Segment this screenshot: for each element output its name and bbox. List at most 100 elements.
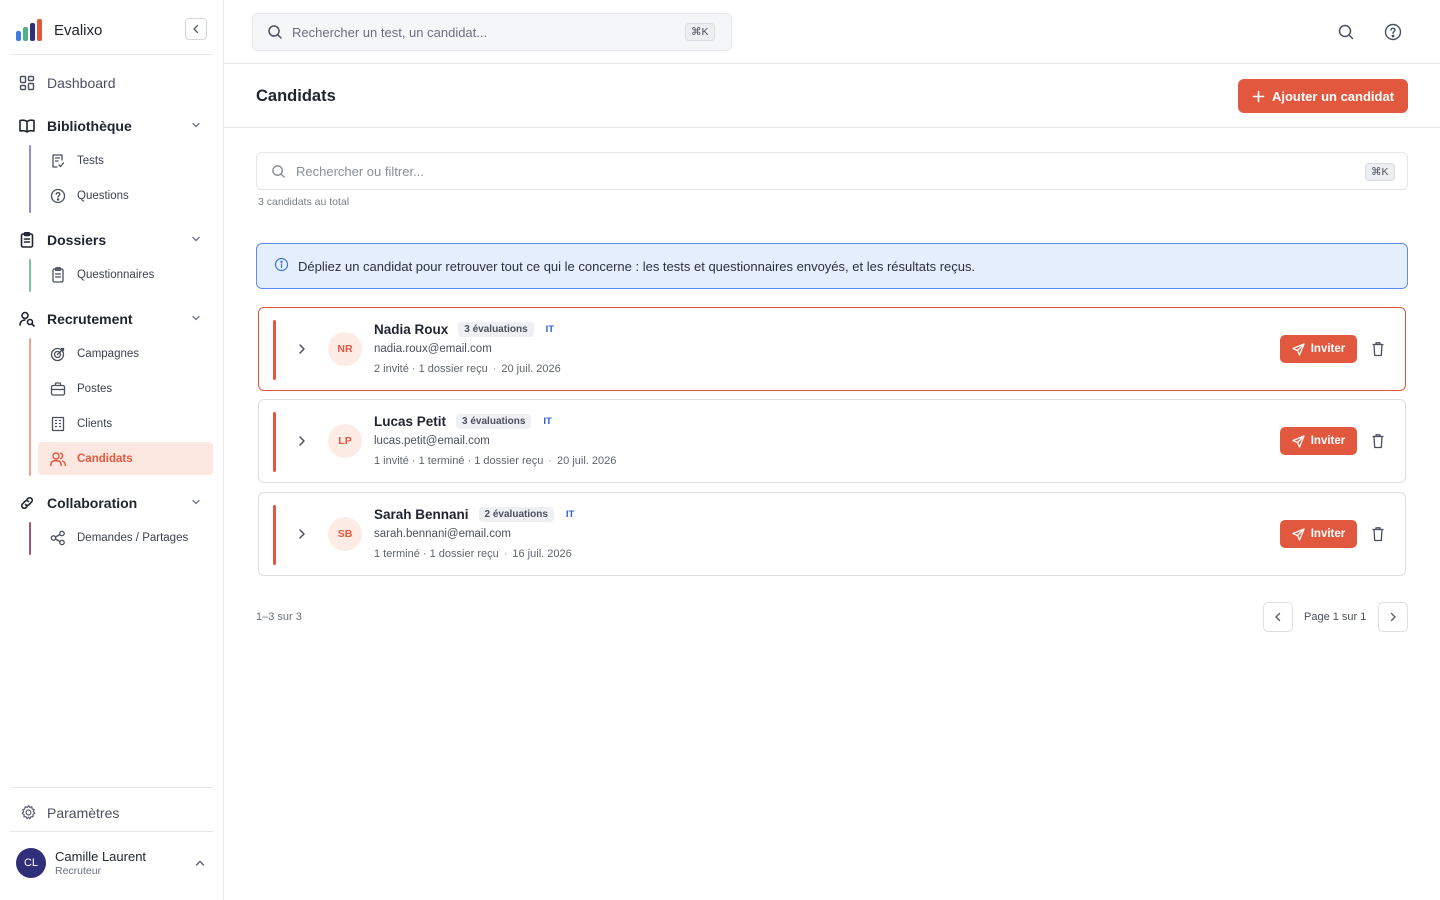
nav-settings-label: Paramètres	[47, 804, 120, 821]
candidate-row[interactable]: LP Lucas Petit 3 évaluations IT lucas.pe…	[258, 399, 1406, 483]
building-icon	[51, 416, 65, 431]
sidebar-item-positions[interactable]: Postes	[38, 372, 213, 405]
sidebar-item-requests-shares[interactable]: Demandes / Partages	[38, 521, 213, 554]
book-icon	[19, 119, 35, 133]
invite-button[interactable]: Inviter	[1280, 335, 1357, 363]
sidebar-item-label: Demandes / Partages	[77, 531, 189, 544]
sidebar-item-campaigns[interactable]: Campagnes	[38, 337, 213, 370]
info-banner: Dépliez un candidat pour retrouver tout …	[256, 243, 1408, 289]
status-accent-bar	[273, 412, 276, 472]
sidebar-item-candidates[interactable]: Candidats	[38, 442, 213, 475]
invite-label: Inviter	[1310, 343, 1346, 355]
candidate-meta: 1 invité · 1 terminé · 1 dossier reçu · 20…	[374, 455, 616, 467]
chevron-left-icon	[193, 24, 199, 34]
group-line-folders	[29, 259, 31, 292]
nav-settings[interactable]: Paramètres	[20, 804, 119, 821]
filter-search-input[interactable]: Rechercher ou filtrer... ⌘K	[256, 152, 1408, 190]
search-icon[interactable]	[1337, 23, 1355, 41]
chevron-down-icon[interactable]	[190, 496, 202, 508]
invite-label: Inviter	[1310, 528, 1346, 540]
status-accent-bar	[273, 320, 276, 380]
candidate-status: 1 terminé · 1 dossier reçu	[374, 548, 499, 560]
page-header: Candidats Ajouter un candidat	[224, 64, 1440, 128]
nav-folders[interactable]: Dossiers	[18, 229, 106, 251]
invite-button[interactable]: Inviter	[1280, 520, 1357, 548]
candidate-meta: 2 invité · 1 dossier reçu · 20 juil. 2026	[374, 363, 561, 375]
sidebar: Evalixo Dashboard Bibliothèque Tests Que…	[0, 0, 224, 900]
candidate-status: 2 invité · 1 dossier reçu	[374, 363, 488, 375]
chevron-right-icon[interactable]	[296, 342, 308, 356]
add-candidate-button[interactable]: Ajouter un candidat	[1238, 79, 1408, 113]
next-page-button[interactable]	[1378, 602, 1408, 632]
chevron-down-icon[interactable]	[190, 119, 202, 131]
client-tag: IT	[545, 324, 555, 335]
sidebar-item-tests[interactable]: Tests	[38, 144, 213, 177]
nav-library[interactable]: Bibliothèque	[18, 115, 132, 137]
nav-recruitment[interactable]: Recrutement	[18, 308, 133, 330]
clipboard-list-icon	[52, 266, 64, 283]
candidate-name: Lucas Petit	[374, 414, 447, 429]
candidate-email: lucas.petit@email.com	[374, 435, 490, 447]
sidebar-item-label: Tests	[77, 154, 104, 167]
nav-dashboard[interactable]: Dashboard	[18, 72, 116, 94]
app-name: Evalixo	[54, 21, 103, 39]
candidate-meta: 1 terminé · 1 dossier reçu · 16 juil. 2026	[374, 548, 572, 560]
candidate-row[interactable]: NR Nadia Roux 3 évaluations IT nadia.rou…	[258, 307, 1406, 391]
sidebar-item-questions[interactable]: Questions	[38, 179, 213, 212]
avatar: NR	[328, 332, 362, 366]
sidebar-item-label: Postes	[77, 382, 113, 395]
nav-folders-label: Dossiers	[47, 232, 107, 248]
candidate-name: Sarah Bennani	[374, 507, 469, 522]
search-icon	[272, 164, 285, 178]
send-icon	[1292, 527, 1305, 541]
user-profile[interactable]: CL Camille Laurent Recruteur	[16, 848, 146, 878]
avatar: SB	[328, 517, 362, 551]
nav-collaboration-label: Collaboration	[47, 495, 138, 511]
trash-icon[interactable]	[1371, 526, 1385, 542]
shortcut-badge: ⌘K	[685, 23, 715, 41]
chevron-right-icon[interactable]	[296, 527, 308, 541]
evaluations-badge: 2 évaluations	[478, 507, 554, 522]
search-icon	[268, 25, 282, 39]
previous-page-button[interactable]	[1263, 602, 1293, 632]
divider	[10, 54, 213, 55]
evaluations-badge: 3 évaluations	[456, 414, 532, 429]
plus-icon	[1252, 90, 1265, 102]
candidate-row[interactable]: SB Sarah Bennani 2 évaluations IT sarah.…	[258, 492, 1406, 576]
status-accent-bar	[273, 505, 276, 565]
invite-label: Inviter	[1310, 435, 1346, 447]
sidebar-item-label: Questions	[77, 189, 129, 202]
collapse-sidebar-button[interactable]	[185, 18, 207, 40]
global-search-input[interactable]: Rechercher un test, un candidat... ⌘K	[252, 13, 732, 51]
group-line-collaboration	[29, 522, 31, 555]
nav-library-label: Bibliothèque	[47, 118, 132, 134]
trash-icon[interactable]	[1371, 433, 1385, 449]
avatar: CL	[16, 848, 46, 878]
trash-icon[interactable]	[1371, 341, 1385, 357]
chevron-down-icon[interactable]	[190, 312, 202, 324]
chevron-up-icon[interactable]	[194, 857, 206, 869]
filter-placeholder: Rechercher ou filtrer...	[296, 163, 424, 179]
evaluations-badge: 3 évaluations	[458, 322, 534, 337]
sidebar-item-label: Campagnes	[77, 347, 140, 360]
separator: ·	[548, 455, 553, 467]
sidebar-item-questionnaires[interactable]: Questionnaires	[38, 258, 213, 291]
help-icon[interactable]	[1384, 23, 1402, 41]
chevron-right-icon[interactable]	[296, 434, 308, 448]
clipboard-icon	[20, 231, 34, 248]
candidate-date: 20 juil. 2026	[501, 363, 561, 375]
brand[interactable]: Evalixo	[16, 17, 102, 43]
group-line-recruitment	[29, 338, 31, 476]
candidate-date: 16 juil. 2026	[512, 548, 572, 560]
logo-bars-icon	[16, 19, 42, 41]
chevron-left-icon	[1275, 612, 1281, 622]
target-icon	[50, 347, 65, 361]
question-circle-icon	[50, 188, 66, 203]
nav-dashboard-label: Dashboard	[47, 75, 116, 91]
invite-button[interactable]: Inviter	[1280, 427, 1357, 455]
send-icon	[1292, 434, 1305, 448]
separator: ·	[503, 548, 508, 560]
sidebar-item-clients[interactable]: Clients	[38, 407, 213, 440]
chevron-down-icon[interactable]	[190, 233, 202, 245]
nav-collaboration[interactable]: Collaboration	[18, 492, 137, 514]
